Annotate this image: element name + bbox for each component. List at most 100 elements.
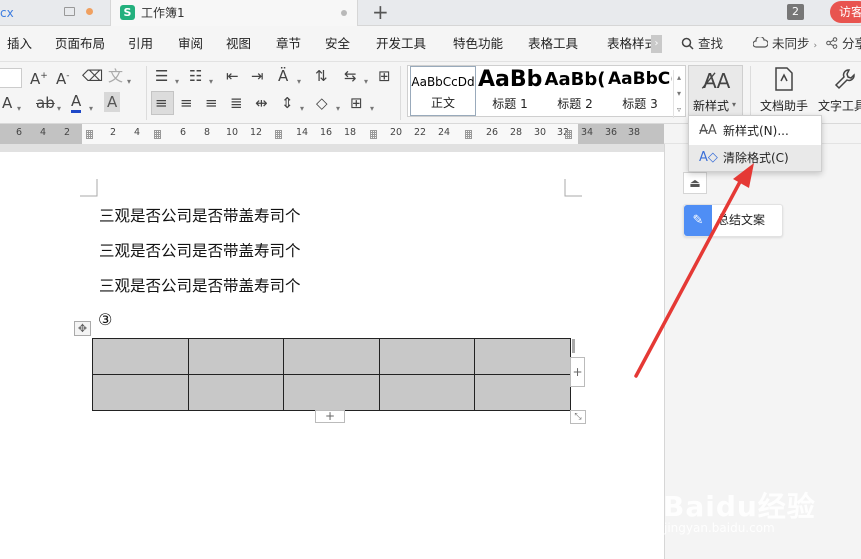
table-cell[interactable] xyxy=(474,338,571,375)
eraser-icon[interactable]: ⌫ xyxy=(82,66,103,86)
style-heading-1[interactable]: AaBb 标题 1 xyxy=(478,66,542,116)
ruler-marker-icon[interactable] xyxy=(154,130,161,139)
share-button[interactable]: 分享 xyxy=(826,26,861,62)
new-style-label: 新样式 xyxy=(693,99,730,113)
new-tab-button[interactable]: + xyxy=(372,1,389,23)
table-move-handle-icon[interactable]: ✥ xyxy=(74,321,91,336)
window-count-badge[interactable]: 2 xyxy=(787,4,804,20)
menu-item-clear-format[interactable]: A◇ 清除格式(C) xyxy=(689,145,821,171)
menu-item-table-tools[interactable]: 表格工具 xyxy=(528,26,578,62)
phonetic-guide-icon[interactable]: 文 xyxy=(108,66,123,86)
menu-item-new-style[interactable]: A̶A 新样式(N)... xyxy=(689,118,821,144)
menu-item-features[interactable]: 特色功能 xyxy=(453,26,503,62)
menu-item-view[interactable]: 视图 xyxy=(226,26,251,62)
table-cell[interactable] xyxy=(92,338,189,375)
document-table[interactable] xyxy=(92,338,571,411)
decrease-font-icon[interactable]: A- xyxy=(56,66,70,89)
border-dropdown-icon[interactable]: ▾ xyxy=(370,99,374,119)
circled-number[interactable]: ③ xyxy=(98,310,112,329)
justify-icon[interactable]: ≣ xyxy=(230,93,243,113)
align-right-icon[interactable]: ≡ xyxy=(205,93,218,113)
horizontal-ruler[interactable]: 6 4 2 2 4 6 8 10 12 14 16 18 20 22 24 26… xyxy=(0,124,664,144)
guest-login-button[interactable]: 访客 xyxy=(830,1,861,23)
table-cell[interactable] xyxy=(283,374,380,411)
tab-close-dot-icon[interactable] xyxy=(341,10,347,16)
style-heading-3-label: 标题 3 xyxy=(622,97,658,111)
menu-item-insert[interactable]: 插入 xyxy=(7,26,32,62)
clear-format-icon: A◇ xyxy=(699,150,718,165)
highlight-dropdown-icon[interactable]: ▾ xyxy=(57,99,61,119)
increase-font-icon[interactable]: A+ xyxy=(30,66,48,89)
numbered-list-dropdown-icon[interactable]: ▾ xyxy=(209,72,213,92)
document-paragraph[interactable]: 三观是否公司是否带盖寿司个 xyxy=(99,274,301,296)
menu-more-button[interactable]: › xyxy=(651,35,662,53)
table-cell[interactable] xyxy=(474,374,571,411)
text-effect-icon[interactable]: A xyxy=(2,93,12,113)
character-shading-icon[interactable]: A xyxy=(104,92,121,112)
document-paragraph[interactable]: 三观是否公司是否带盖寿司个 xyxy=(99,204,301,226)
table-cell[interactable] xyxy=(378,338,475,375)
menu-item-security[interactable]: 安全 xyxy=(325,26,350,62)
bullet-list-dropdown-icon[interactable]: ▾ xyxy=(175,72,179,92)
table-resize-handle-icon[interactable]: ⤡ xyxy=(570,410,586,424)
table-cell[interactable] xyxy=(187,374,284,411)
menu-item-review[interactable]: 审阅 xyxy=(178,26,203,62)
shading-icon[interactable]: ◇ xyxy=(316,93,328,113)
font-size-field[interactable] xyxy=(0,68,22,88)
add-column-button[interactable]: + xyxy=(570,357,585,387)
ruler-marker-icon[interactable] xyxy=(465,130,472,139)
show-hide-marks-icon[interactable]: ⇆ xyxy=(344,66,357,86)
numbered-list-icon[interactable]: ☷ xyxy=(189,66,202,86)
menu-item-page-layout[interactable]: 页面布局 xyxy=(55,26,105,62)
collapse-panel-button[interactable]: ⏏ xyxy=(683,172,707,194)
sort-icon[interactable]: ⇅ xyxy=(315,66,328,86)
summary-text-button[interactable]: ✎ 总结文案 xyxy=(683,204,783,237)
text-effect-dropdown-icon[interactable]: ▾ xyxy=(17,99,21,119)
border-icon[interactable]: ⊞ xyxy=(350,93,363,113)
style-heading-3[interactable]: AaBbC( 标题 3 xyxy=(608,66,672,116)
table-cell[interactable] xyxy=(187,338,284,375)
distributed-align-icon[interactable]: ⇹ xyxy=(255,93,268,113)
menu-item-developer[interactable]: 开发工具 xyxy=(376,26,426,62)
style-heading-2[interactable]: AaBb( 标题 2 xyxy=(543,66,607,116)
menu-item-references[interactable]: 引用 xyxy=(128,26,153,62)
doc-assistant-button[interactable]: 文档助手 xyxy=(757,65,811,117)
font-color-dropdown-icon[interactable]: ▾ xyxy=(89,99,93,119)
menu-item-section[interactable]: 章节 xyxy=(276,26,301,62)
ruler-marker-icon[interactable] xyxy=(275,130,282,139)
line-spacing-icon[interactable]: ⇕ xyxy=(281,93,294,113)
style-gallery-scroll[interactable]: ▴ ▾ ▿ xyxy=(673,70,684,118)
document-paragraph[interactable]: 三观是否公司是否带盖寿司个 xyxy=(99,239,301,261)
ruler-marker-icon[interactable] xyxy=(565,130,572,139)
table-cell[interactable] xyxy=(283,338,380,375)
highlight-icon[interactable]: ab xyxy=(36,93,55,113)
style-normal[interactable]: AaBbCcDd 正文 xyxy=(410,66,476,116)
style-heading-3-preview: AaBbC( xyxy=(608,69,672,89)
align-left-icon[interactable]: ≡ xyxy=(155,93,168,113)
chinese-layout-dropdown-icon[interactable]: ▾ xyxy=(297,72,301,92)
table-insert-icon[interactable]: ⊞ xyxy=(378,66,391,86)
tab-workbook[interactable]: S 工作簿1 xyxy=(110,0,358,26)
table-cell[interactable] xyxy=(378,374,475,411)
line-spacing-dropdown-icon[interactable]: ▾ xyxy=(300,99,304,119)
search-button[interactable]: 查找 xyxy=(681,26,723,62)
sync-button[interactable]: 未同步 › xyxy=(752,26,817,64)
increase-indent-icon[interactable]: ⇥ xyxy=(251,66,264,86)
new-style-button[interactable]: A̸A 新样式 ▾ xyxy=(688,65,743,117)
ruler-marker-icon[interactable] xyxy=(86,130,93,139)
show-hide-dropdown-icon[interactable]: ▾ xyxy=(364,72,368,92)
table-cell[interactable] xyxy=(92,374,189,411)
decrease-indent-icon[interactable]: ⇤ xyxy=(226,66,239,86)
font-color-icon[interactable]: A xyxy=(71,93,82,113)
shading-dropdown-icon[interactable]: ▾ xyxy=(336,99,340,119)
tab-previous-document[interactable]: cx xyxy=(0,0,108,26)
phonetic-dropdown-icon[interactable]: ▾ xyxy=(127,72,131,92)
text-tools-button[interactable]: 文字工具 xyxy=(816,65,861,117)
monitor-icon[interactable] xyxy=(64,7,75,16)
chinese-layout-icon[interactable]: Ä xyxy=(278,66,288,86)
menu-item-table-style[interactable]: 表格样式 xyxy=(607,26,651,62)
bullet-list-icon[interactable]: ☰ xyxy=(155,66,168,86)
align-center-icon[interactable]: ≡ xyxy=(180,93,193,113)
add-row-button[interactable]: + xyxy=(315,410,345,423)
ruler-marker-icon[interactable] xyxy=(370,130,377,139)
